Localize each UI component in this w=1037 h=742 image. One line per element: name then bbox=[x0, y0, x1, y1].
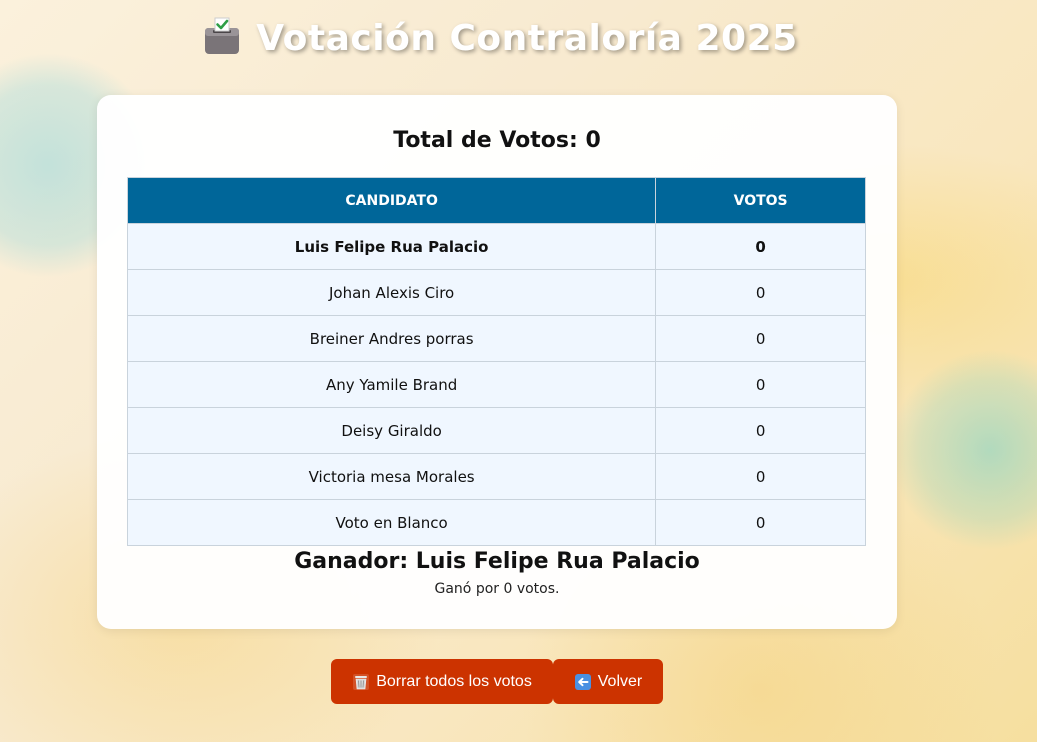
candidate-name: Voto en Blanco bbox=[126, 499, 657, 546]
table-header-row: CANDIDATO VOTOS bbox=[126, 177, 866, 224]
clear-votes-label: Borrar todos los votos bbox=[376, 672, 532, 690]
candidate-name: Breiner Andres porras bbox=[126, 315, 657, 362]
candidate-votes: 0 bbox=[655, 269, 866, 316]
total-votes: Total de Votos: 0 bbox=[393, 128, 601, 153]
page-title: Votación Contraloría 2025 bbox=[0, 16, 1000, 59]
candidate-votes: 0 bbox=[655, 315, 866, 362]
left-arrow-icon bbox=[574, 673, 591, 690]
candidate-name: Victoria mesa Morales bbox=[126, 453, 657, 500]
clear-votes-button[interactable]: Borrar todos los votos bbox=[331, 659, 553, 704]
wastebasket-icon bbox=[353, 673, 370, 690]
results-table: CANDIDATO VOTOS Luis Felipe Rua Palacio … bbox=[126, 177, 866, 546]
table-row: Luis Felipe Rua Palacio 0 bbox=[126, 223, 866, 270]
candidate-name: Deisy Giraldo bbox=[126, 407, 657, 454]
candidate-votes: 0 bbox=[655, 499, 866, 546]
back-button[interactable]: Volver bbox=[553, 659, 663, 704]
column-header-candidate: CANDIDATO bbox=[126, 177, 657, 224]
candidate-name: Johan Alexis Ciro bbox=[126, 269, 657, 316]
title-text: Votación Contraloría 2025 bbox=[256, 18, 798, 59]
winner-margin: Ganó por 0 votos. bbox=[434, 581, 560, 597]
table-row: Johan Alexis Ciro 0 bbox=[126, 269, 866, 316]
candidate-votes: 0 bbox=[655, 223, 866, 270]
winner-heading: Ganador: Luis Felipe Rua Palacio bbox=[294, 549, 700, 574]
table-row: Deisy Giraldo 0 bbox=[126, 407, 866, 454]
candidate-votes: 0 bbox=[655, 407, 866, 454]
table-row: Voto en Blanco 0 bbox=[126, 499, 866, 546]
table-row: Any Yamile Brand 0 bbox=[126, 361, 866, 408]
candidate-votes: 0 bbox=[655, 361, 866, 408]
back-label: Volver bbox=[597, 672, 643, 690]
candidate-name: Any Yamile Brand bbox=[126, 361, 657, 408]
table-row: Breiner Andres porras 0 bbox=[126, 315, 866, 362]
candidate-name: Luis Felipe Rua Palacio bbox=[126, 223, 657, 270]
table-row: Victoria mesa Morales 0 bbox=[126, 453, 866, 500]
column-header-votes: VOTOS bbox=[655, 177, 866, 224]
results-card: Total de Votos: 0 CANDIDATO VOTOS Luis F… bbox=[97, 95, 897, 629]
ballot-box-icon bbox=[205, 17, 240, 54]
candidate-votes: 0 bbox=[655, 453, 866, 500]
